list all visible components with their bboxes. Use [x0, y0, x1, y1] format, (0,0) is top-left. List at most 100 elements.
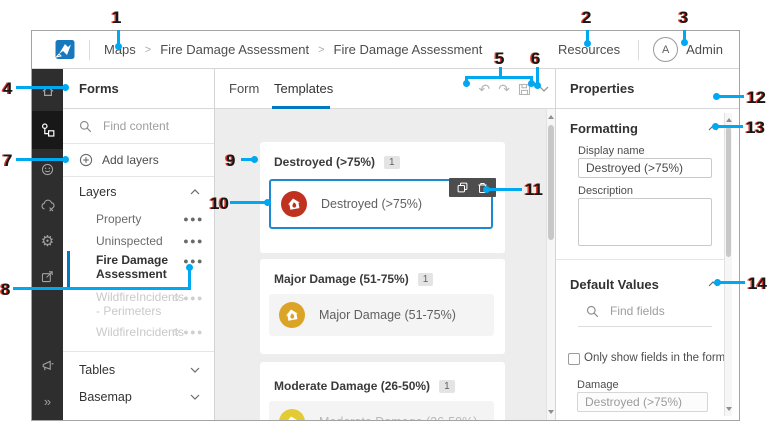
layer-options-button[interactable]: ●●●: [183, 293, 204, 303]
app-window: Maps > Fire Damage Assessment > Fire Dam…: [31, 30, 740, 421]
layer-options-button[interactable]: ●●●: [183, 236, 204, 246]
callout-line: [13, 287, 191, 290]
basemap-section-header[interactable]: Basemap: [63, 384, 214, 410]
user-menu[interactable]: Admin: [686, 42, 723, 57]
callout-12: 12: [747, 88, 766, 108]
callout-line: [718, 281, 745, 284]
layer-row-wildfire-perimeters[interactable]: WildfireIncidents - Perimeters ●●●: [96, 290, 204, 318]
callout-3: 3: [679, 8, 688, 28]
template-symbol: [281, 191, 307, 217]
redo-icon[interactable]: ↷: [498, 82, 510, 96]
find-fields-input[interactable]: [608, 303, 702, 319]
template-item-major-damage[interactable]: Major Damage (51-75%): [269, 294, 494, 336]
burned-house-icon: [283, 413, 302, 420]
scrollbar-thumb[interactable]: [548, 125, 554, 240]
forms-icon: [40, 122, 56, 138]
breadcrumb-form-name: Fire Damage Assessment: [334, 42, 483, 57]
layer-label: Fire Damage Assessment: [96, 253, 183, 281]
group-title: Moderate Damage (26-50%): [274, 379, 430, 393]
not-allowed-icon: [172, 326, 179, 338]
find-fields-search[interactable]: [586, 303, 702, 319]
template-group-moderate-damage: Moderate Damage (26-50%) 1 Moderate Dama…: [260, 362, 505, 420]
template-item-destroyed[interactable]: Destroyed (>75%): [269, 179, 493, 229]
template-group-major-damage: Major Damage (51-75%) 1 Major Damage (51…: [260, 259, 505, 354]
damage-field-label: Damage: [577, 379, 619, 391]
callout-line: [717, 95, 744, 98]
search-icon: [79, 120, 92, 133]
callout-8: 8: [1, 280, 10, 300]
properties-scrollbar[interactable]: [724, 113, 732, 416]
share-icon: [40, 269, 55, 284]
scroll-up-arrow[interactable]: [548, 115, 554, 119]
scroll-down-arrow[interactable]: [548, 410, 554, 414]
scrollbar-thumb[interactable]: [726, 127, 731, 257]
screenshot-canvas: Maps > Fire Damage Assessment > Fire Dam…: [0, 0, 772, 423]
breadcrumb-separator: >: [318, 44, 324, 56]
tab-form[interactable]: Form: [229, 69, 259, 109]
template-item-moderate-damage[interactable]: Moderate Damage (26-50%): [269, 401, 494, 420]
layer-options-button[interactable]: ●●●: [183, 214, 204, 224]
callout-13: 13: [746, 118, 765, 138]
template-symbol: [279, 409, 305, 420]
layer-label: Uninspected: [96, 234, 163, 248]
description-textarea[interactable]: [578, 198, 712, 246]
avatar[interactable]: A: [653, 37, 678, 62]
breadcrumb-separator: >: [145, 44, 151, 56]
callout-dot: [584, 40, 591, 47]
layer-row-uninspected[interactable]: Uninspected ●●●: [96, 234, 204, 248]
tables-section-label: Tables: [79, 363, 115, 377]
chevron-up-icon: [190, 189, 200, 195]
templates-panel: Form Templates ↶ ↷: [215, 69, 555, 420]
callout-line: [230, 201, 268, 204]
callout-dot: [115, 43, 122, 50]
search-icon: [586, 305, 599, 318]
layer-label: WildfireIncidents - Perimeters: [96, 290, 172, 318]
layers-section-header[interactable]: Layers: [63, 179, 214, 205]
callout-line: [16, 158, 66, 161]
basemap-section-label: Basemap: [79, 390, 132, 404]
chevron-down-icon: [190, 367, 200, 373]
callout-dot: [264, 199, 271, 206]
add-layers-button[interactable]: Add layers: [63, 144, 214, 177]
find-content-search[interactable]: [63, 109, 214, 144]
template-group-header: Moderate Damage (26-50%) 1: [260, 362, 505, 393]
sidebar-item-offline[interactable]: [32, 191, 63, 221]
count-badge: 1: [439, 380, 455, 393]
sidebar-item-settings[interactable]: ⚙: [32, 226, 63, 256]
layer-row-wildfire-incidents[interactable]: WildfireIncidents ●●●: [96, 325, 204, 339]
damage-field-input[interactable]: [577, 392, 708, 412]
group-title: Destroyed (>75%): [274, 155, 375, 169]
sidebar-item-forms-selected[interactable]: [32, 111, 63, 149]
only-show-fields-checkbox[interactable]: [568, 353, 580, 365]
callout-11: 11: [525, 180, 543, 200]
default-values-section-header: Default Values: [570, 277, 659, 292]
app-body: ⚙ »: [32, 69, 739, 420]
display-name-input[interactable]: [578, 158, 712, 178]
undo-icon[interactable]: ↶: [479, 82, 491, 96]
header-divider: [638, 40, 639, 60]
callout-7: 7: [3, 151, 12, 171]
tab-templates[interactable]: Templates: [274, 69, 333, 109]
field-maps-logo-icon: [54, 39, 75, 60]
scroll-up-arrow[interactable]: [726, 118, 732, 122]
sidebar-expand-button[interactable]: »: [32, 386, 63, 416]
template-group-header: Major Damage (51-75%) 1: [260, 259, 505, 286]
layer-row-property[interactable]: Property ●●●: [96, 212, 204, 226]
callout-10: 10: [210, 194, 229, 214]
duplicate-icon[interactable]: [457, 182, 468, 193]
templates-scrollbar[interactable]: [546, 109, 555, 420]
layer-options-button[interactable]: ●●●: [183, 327, 204, 337]
callout-14: 14: [748, 274, 767, 294]
callout-line: [716, 125, 743, 128]
description-label: Description: [578, 185, 633, 197]
callout-line: [465, 76, 533, 79]
breadcrumb-map-name[interactable]: Fire Damage Assessment: [160, 42, 309, 57]
sidebar-item-home[interactable]: [32, 76, 63, 106]
callout-6: 6: [531, 49, 540, 69]
sidebar-item-feedback[interactable]: [32, 351, 63, 381]
burned-house-icon: [283, 306, 302, 325]
template-label: Major Damage (51-75%): [319, 308, 456, 322]
scroll-down-arrow[interactable]: [726, 407, 732, 411]
find-content-input[interactable]: [101, 118, 205, 134]
tables-section-header[interactable]: Tables: [63, 357, 214, 383]
